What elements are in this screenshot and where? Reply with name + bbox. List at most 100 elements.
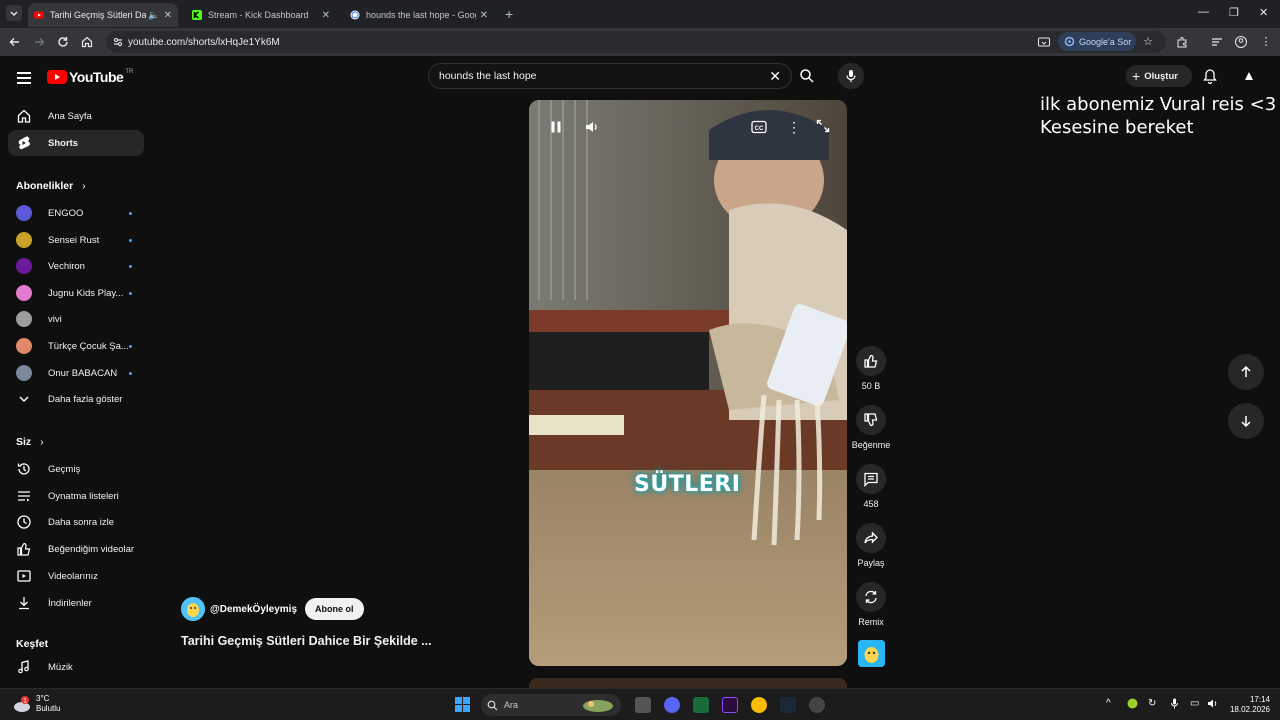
like-button[interactable]	[856, 346, 886, 376]
sidebar-item-home[interactable]: Ana Sayfa	[8, 103, 144, 129]
close-tab-icon[interactable]: ✕	[322, 10, 330, 21]
audio-source-thumbnail[interactable]	[858, 640, 885, 667]
create-button[interactable]: + Oluştur	[1126, 65, 1192, 87]
profile-icon[interactable]	[1234, 35, 1248, 49]
hamburger-menu-icon[interactable]	[17, 72, 31, 87]
close-window-button[interactable]: ✕	[1259, 6, 1268, 19]
remix-action[interactable]: Remix	[851, 582, 891, 627]
clear-search-icon[interactable]: ✕	[769, 68, 781, 85]
bookmark-star-icon[interactable]: ☆	[1141, 35, 1155, 49]
sidebar-item-downloads[interactable]: İndirilenler	[8, 590, 144, 616]
account-avatar[interactable]	[1240, 67, 1258, 85]
search-input[interactable]: hounds the last hope	[439, 70, 537, 82]
video-frame	[529, 100, 847, 666]
tab-google[interactable]: hounds the last hope - Google ✕	[344, 3, 494, 27]
comments-button[interactable]	[856, 464, 886, 494]
subscription-turkce-cocuk[interactable]: Türkçe Çocuk Şa...	[8, 333, 144, 359]
minimize-button[interactable]: —	[1198, 6, 1209, 18]
chrome-icon[interactable]	[751, 697, 767, 713]
subscription-jugnu-kids[interactable]: Jugnu Kids Play...	[8, 280, 144, 306]
tab-search-button[interactable]	[6, 5, 22, 21]
sidebar-item-music[interactable]: Müzik	[8, 654, 144, 680]
back-button[interactable]	[7, 34, 23, 50]
search-button[interactable]	[792, 63, 822, 89]
more-options-icon[interactable]: ⋮	[787, 119, 801, 136]
home-button[interactable]	[79, 34, 95, 50]
url-text: youtube.com/shorts/lxHqJe1Yk6M	[128, 37, 280, 48]
sidebar-item-your-videos[interactable]: Videolarınız	[8, 563, 144, 589]
sidebar-item-shorts[interactable]: Shorts	[8, 130, 144, 156]
sidebar-item-history[interactable]: Geçmiş	[8, 456, 144, 482]
reload-button[interactable]	[55, 34, 71, 50]
notifications-button[interactable]	[1203, 68, 1217, 84]
tab-youtube[interactable]: Tarihi Geçmiş Sütleri Dahice 🔈 ✕	[28, 3, 178, 27]
subscription-engoo[interactable]: ENGOO	[8, 200, 144, 226]
site-info-icon[interactable]	[112, 36, 124, 48]
sync-icon[interactable]: ↻	[1148, 698, 1156, 709]
channel-name[interactable]: @DemekÖyleymiş	[210, 604, 297, 615]
obs-icon[interactable]	[809, 697, 825, 713]
share-button[interactable]	[856, 523, 886, 553]
display-icon[interactable]: ▭	[1190, 698, 1199, 709]
remix-button[interactable]	[856, 582, 886, 612]
you-heading[interactable]: Siz ›	[16, 436, 44, 448]
microphone-tray-icon[interactable]	[1170, 698, 1179, 709]
shorts-video-player[interactable]: CC ⋮	[529, 100, 847, 666]
subscription-sensei-rust[interactable]: Sensei Rust	[8, 227, 144, 253]
extensions-icon[interactable]	[1175, 35, 1189, 49]
dislike-button[interactable]	[856, 405, 886, 435]
youtube-logo[interactable]: YouTube TR	[47, 69, 133, 85]
fullscreen-button[interactable]	[816, 119, 830, 133]
xbox-icon[interactable]	[1127, 698, 1138, 709]
pause-button[interactable]	[549, 120, 563, 134]
taskbar-search[interactable]: Ara	[481, 694, 621, 716]
sidebar-item-watch-later[interactable]: Daha sonra izle	[8, 509, 144, 535]
forward-button[interactable]	[31, 34, 47, 50]
close-tab-icon[interactable]: ✕	[164, 10, 172, 21]
google-lens-button[interactable]: Google'a Sor	[1058, 32, 1136, 51]
dislike-label: Beğenme	[851, 440, 891, 450]
like-action[interactable]: 50 B	[851, 346, 891, 391]
cast-icon[interactable]	[1037, 35, 1051, 49]
system-clock[interactable]: 17:14 18.02.2026	[1226, 695, 1270, 715]
short-title[interactable]: Tarihi Geçmiş Sütleri Dahice Bir Şekilde…	[181, 634, 432, 648]
youtube-page: YouTube TR hounds the last hope ✕ + Oluş…	[0, 56, 1280, 692]
sidebar-item-label: Ana Sayfa	[48, 110, 92, 122]
weather-widget[interactable]: 1 3°C Bulutlu	[12, 694, 60, 714]
channel-avatar[interactable]	[181, 597, 205, 621]
app-icon[interactable]	[693, 697, 709, 713]
tray-overflow-icon[interactable]: ^	[1106, 698, 1111, 709]
like-icon	[16, 541, 32, 557]
dislike-action[interactable]: Beğenme	[851, 405, 891, 450]
subscription-vivi[interactable]: vivi	[8, 306, 144, 332]
tab-kick[interactable]: Stream - Kick Dashboard ✕	[186, 3, 336, 27]
sidebar-item-liked-videos[interactable]: Beğendiğim videolar	[8, 536, 144, 562]
discord-icon[interactable]	[664, 697, 680, 713]
thumbs-up-icon	[864, 354, 878, 368]
visual-studio-icon[interactable]	[722, 697, 738, 713]
voice-search-button[interactable]	[838, 63, 864, 89]
captions-button[interactable]: CC	[751, 120, 767, 134]
mute-button[interactable]	[584, 119, 600, 135]
restore-button[interactable]: ❐	[1229, 6, 1239, 19]
volume-tray-icon[interactable]	[1207, 698, 1219, 709]
new-tab-button[interactable]: +	[505, 6, 513, 22]
comments-action[interactable]: 458	[851, 464, 891, 509]
subscription-onur-babacan[interactable]: Onur BABACAN	[8, 360, 144, 386]
previous-short-button[interactable]	[1228, 354, 1264, 390]
subscription-vechiron[interactable]: Vechiron	[8, 253, 144, 279]
share-action[interactable]: Paylaş	[851, 523, 891, 568]
steam-icon[interactable]	[780, 697, 796, 713]
subscribe-button[interactable]: Abone ol	[305, 598, 364, 620]
speaker-icon[interactable]: 🔈	[148, 10, 159, 21]
reading-list-icon[interactable]	[1210, 35, 1224, 49]
task-view-icon[interactable]	[635, 697, 651, 713]
subscriptions-heading[interactable]: Abonelikler ›	[16, 180, 86, 192]
next-short-button[interactable]	[1228, 403, 1264, 439]
close-tab-icon[interactable]: ✕	[480, 10, 488, 21]
browser-menu-icon[interactable]: ⋮	[1259, 35, 1273, 49]
start-button[interactable]	[455, 697, 470, 712]
sidebar-item-playlists[interactable]: Oynatma listeleri	[8, 483, 144, 509]
show-more-button[interactable]: Daha fazla göster	[8, 386, 144, 412]
search-box[interactable]: hounds the last hope ✕	[428, 63, 792, 89]
